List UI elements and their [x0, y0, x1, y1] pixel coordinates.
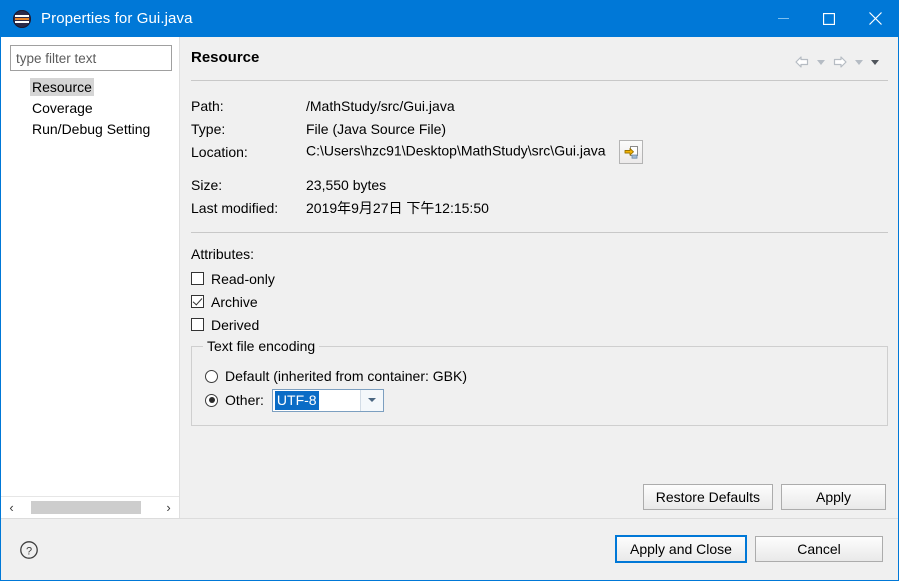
page-nav-toolbar — [792, 49, 886, 71]
property-value: File (Java Source File) — [306, 120, 447, 137]
encoding-combobox[interactable]: UTF-8 — [271, 388, 384, 412]
minimize-button[interactable] — [760, 0, 806, 37]
checkbox-box[interactable] — [191, 272, 204, 285]
view-menu-button[interactable] — [868, 53, 882, 71]
title-bar: Properties for Gui.java — [1, 0, 898, 37]
property-value: 2019年9月27日 下午12:15:50 — [306, 199, 489, 216]
attributes-title: Attributes: — [191, 246, 255, 262]
page-content: Path: /MathStudy/src/Gui.java Type: File… — [180, 81, 890, 518]
page-header: Resource — [180, 37, 890, 71]
window-controls — [760, 0, 898, 37]
radio-label: Default (inherited from container: GBK) — [225, 368, 467, 384]
scrollbar-track[interactable] — [22, 497, 158, 518]
dialog-footer: ? Apply and Close Cancel — [1, 518, 898, 580]
goto-folder-icon — [624, 145, 638, 159]
settings-tree[interactable]: Resource Coverage Run/Debug Setting — [1, 71, 179, 496]
property-row-type: Type: File (Java Source File) — [191, 117, 643, 140]
radio-button[interactable] — [205, 393, 218, 407]
tree-item-label: Coverage — [32, 100, 93, 116]
close-button[interactable] — [852, 0, 898, 37]
checkbox-box[interactable] — [191, 318, 204, 331]
chevron-down-icon — [367, 398, 376, 402]
checkbox-box[interactable] — [191, 295, 204, 308]
radio-other-encoding[interactable]: Other: UTF-8 — [205, 388, 887, 412]
properties-dialog: Properties for Gui.java type filter text… — [0, 0, 899, 581]
property-row-last-modified: Last modified: 2019年9月27日 下午12:15:50 — [191, 196, 643, 219]
radio-label: Other: — [225, 392, 264, 408]
minimize-icon — [777, 18, 789, 19]
maximize-icon — [823, 12, 835, 25]
checkbox-label: Read-only — [211, 270, 275, 287]
property-value: C:\Users\hzc91\Desktop\MathStudy\src\Gui… — [306, 142, 606, 159]
property-row-location: Location: C:\Users\hzc91\Desktop\MathStu… — [191, 140, 644, 164]
checkbox-label: Derived — [211, 316, 260, 333]
attributes-section: Attributes: Read-only Archive Derived — [191, 246, 888, 336]
property-value-container: C:\Users\hzc91\Desktop\MathStudy\src\Gui… — [306, 140, 644, 164]
checkbox-archive[interactable]: Archive — [191, 290, 888, 313]
filter-input[interactable] — [10, 45, 172, 71]
forward-history-button[interactable] — [852, 53, 866, 71]
radio-button[interactable] — [205, 369, 218, 383]
chevron-down-icon — [871, 59, 879, 65]
back-button[interactable] — [792, 53, 812, 71]
scroll-right-icon[interactable]: › — [158, 497, 179, 518]
scroll-left-icon[interactable]: ‹ — [1, 497, 22, 518]
combobox-value: UTF-8 — [274, 390, 319, 410]
spacer-row — [191, 164, 643, 173]
checkbox-derived[interactable]: Derived — [191, 313, 888, 336]
show-in-explorer-button[interactable] — [619, 140, 644, 164]
chevron-down-icon — [817, 59, 825, 65]
scrollbar-thumb[interactable] — [31, 501, 141, 514]
property-label: Last modified: — [191, 199, 279, 216]
forward-arrow-icon — [833, 56, 847, 68]
radio-default-encoding[interactable]: Default (inherited from container: GBK) — [205, 364, 887, 388]
cancel-button[interactable]: Cancel — [755, 536, 883, 562]
help-button[interactable]: ? — [18, 539, 40, 561]
page-title: Resource — [191, 49, 260, 66]
close-icon — [868, 12, 882, 25]
apply-and-close-button[interactable]: Apply and Close — [616, 536, 746, 562]
filter-container — [1, 37, 179, 71]
resource-properties-table: Path: /MathStudy/src/Gui.java Type: File… — [191, 94, 644, 219]
tree-item-resource[interactable]: Resource — [1, 77, 179, 98]
property-row-path: Path: /MathStudy/src/Gui.java — [191, 94, 643, 117]
property-label: Location: — [191, 144, 248, 160]
tree-horizontal-scrollbar[interactable]: ‹ › — [1, 496, 179, 518]
property-value: /MathStudy/src/Gui.java — [306, 97, 455, 114]
maximize-button[interactable] — [806, 0, 852, 37]
settings-tree-panel: Resource Coverage Run/Debug Setting ‹ › — [1, 37, 180, 518]
resource-page: Resource Path: /MathStudy/src/Gui.java T… — [180, 37, 898, 518]
svg-text:?: ? — [26, 545, 32, 557]
combobox-dropdown-button[interactable] — [359, 389, 383, 411]
property-row-size: Size: 23,550 bytes — [191, 173, 643, 196]
restore-defaults-button[interactable]: Restore Defaults — [642, 484, 773, 510]
dialog-body: Resource Coverage Run/Debug Setting ‹ › — [1, 37, 898, 518]
page-button-bar: Restore Defaults Apply — [642, 484, 886, 510]
text-file-encoding-group: Text file encoding Default (inherited fr… — [191, 338, 888, 426]
property-label: Type: — [191, 120, 226, 137]
dialog-button-bar: Apply and Close Cancel — [616, 536, 883, 562]
checkbox-read-only[interactable]: Read-only — [191, 267, 888, 290]
apply-button[interactable]: Apply — [781, 484, 886, 510]
window-title: Properties for Gui.java — [41, 10, 193, 27]
forward-button[interactable] — [830, 53, 850, 71]
combobox-value-container[interactable]: UTF-8 — [273, 390, 360, 411]
property-value: 23,550 bytes — [306, 176, 387, 193]
content-divider — [191, 232, 888, 233]
chevron-down-icon — [855, 59, 863, 65]
property-label: Size: — [191, 176, 223, 193]
back-arrow-icon — [795, 56, 809, 68]
checkbox-label: Archive — [211, 293, 258, 310]
help-icon: ? — [20, 541, 38, 559]
tree-item-run-debug-setting[interactable]: Run/Debug Setting — [1, 119, 179, 140]
group-legend: Text file encoding — [203, 338, 320, 354]
tree-item-label: Run/Debug Setting — [32, 121, 151, 137]
tree-item-coverage[interactable]: Coverage — [1, 98, 179, 119]
property-label: Path: — [191, 97, 224, 114]
back-history-button[interactable] — [814, 53, 828, 71]
tree-item-label: Resource — [30, 78, 94, 96]
eclipse-icon — [13, 9, 31, 28]
